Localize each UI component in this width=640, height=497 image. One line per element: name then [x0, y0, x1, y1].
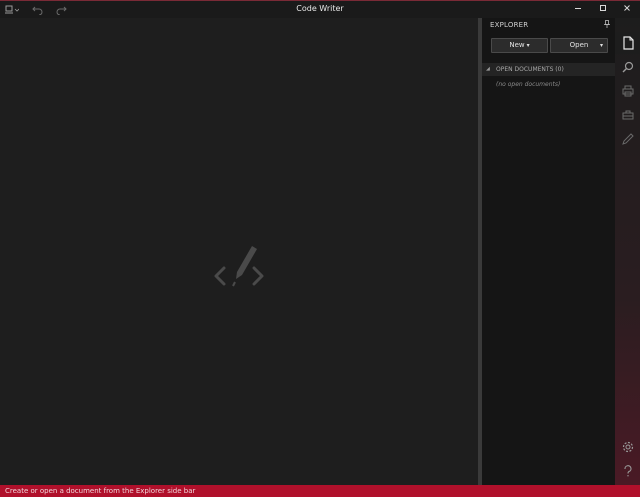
no-open-documents-text: (no open documents)	[496, 81, 561, 88]
search-icon[interactable]	[615, 56, 640, 78]
editor-area[interactable]	[0, 18, 478, 485]
open-button[interactable]: Open ▾	[550, 38, 608, 53]
settings-icon[interactable]	[615, 436, 640, 458]
status-bar: Create or open a document from the Explo…	[0, 485, 640, 497]
minimize-icon[interactable]	[566, 3, 590, 17]
code-pen-icon	[212, 244, 268, 296]
pen-icon[interactable]	[615, 128, 640, 150]
document-icon[interactable]	[615, 32, 640, 54]
print-icon[interactable]	[615, 80, 640, 102]
open-button-label: Open	[569, 41, 589, 49]
explorer-panel: EXPLORER New ▾ Open ▾ ◢ OPEN DOCUMENTS (0…	[482, 18, 615, 485]
maximize-icon[interactable]	[591, 3, 615, 17]
explorer-header: EXPLORER	[482, 18, 615, 32]
share-icon[interactable]	[615, 104, 640, 126]
explorer-title: EXPLORER	[490, 21, 529, 29]
pin-icon[interactable]	[604, 20, 610, 30]
new-button-label: New	[509, 41, 525, 49]
help-icon[interactable]	[615, 460, 640, 482]
side-rail	[615, 18, 640, 485]
close-icon[interactable]	[615, 3, 639, 17]
expand-triangle-icon[interactable]: ◢	[486, 66, 490, 72]
open-dropdown-icon[interactable]: ▾	[600, 39, 603, 52]
open-documents-group[interactable]: ◢ OPEN DOCUMENTS (0)	[482, 63, 615, 76]
title-bar: Code Writer	[0, 0, 640, 18]
explorer-actions: New ▾ Open ▾	[482, 32, 615, 62]
chevron-down-icon: ▾	[526, 42, 530, 49]
new-button[interactable]: New ▾	[491, 38, 548, 53]
window-title: Code Writer	[296, 4, 344, 13]
open-documents-label: OPEN DOCUMENTS (0)	[496, 66, 564, 73]
status-message: Create or open a document from the Explo…	[5, 487, 196, 495]
